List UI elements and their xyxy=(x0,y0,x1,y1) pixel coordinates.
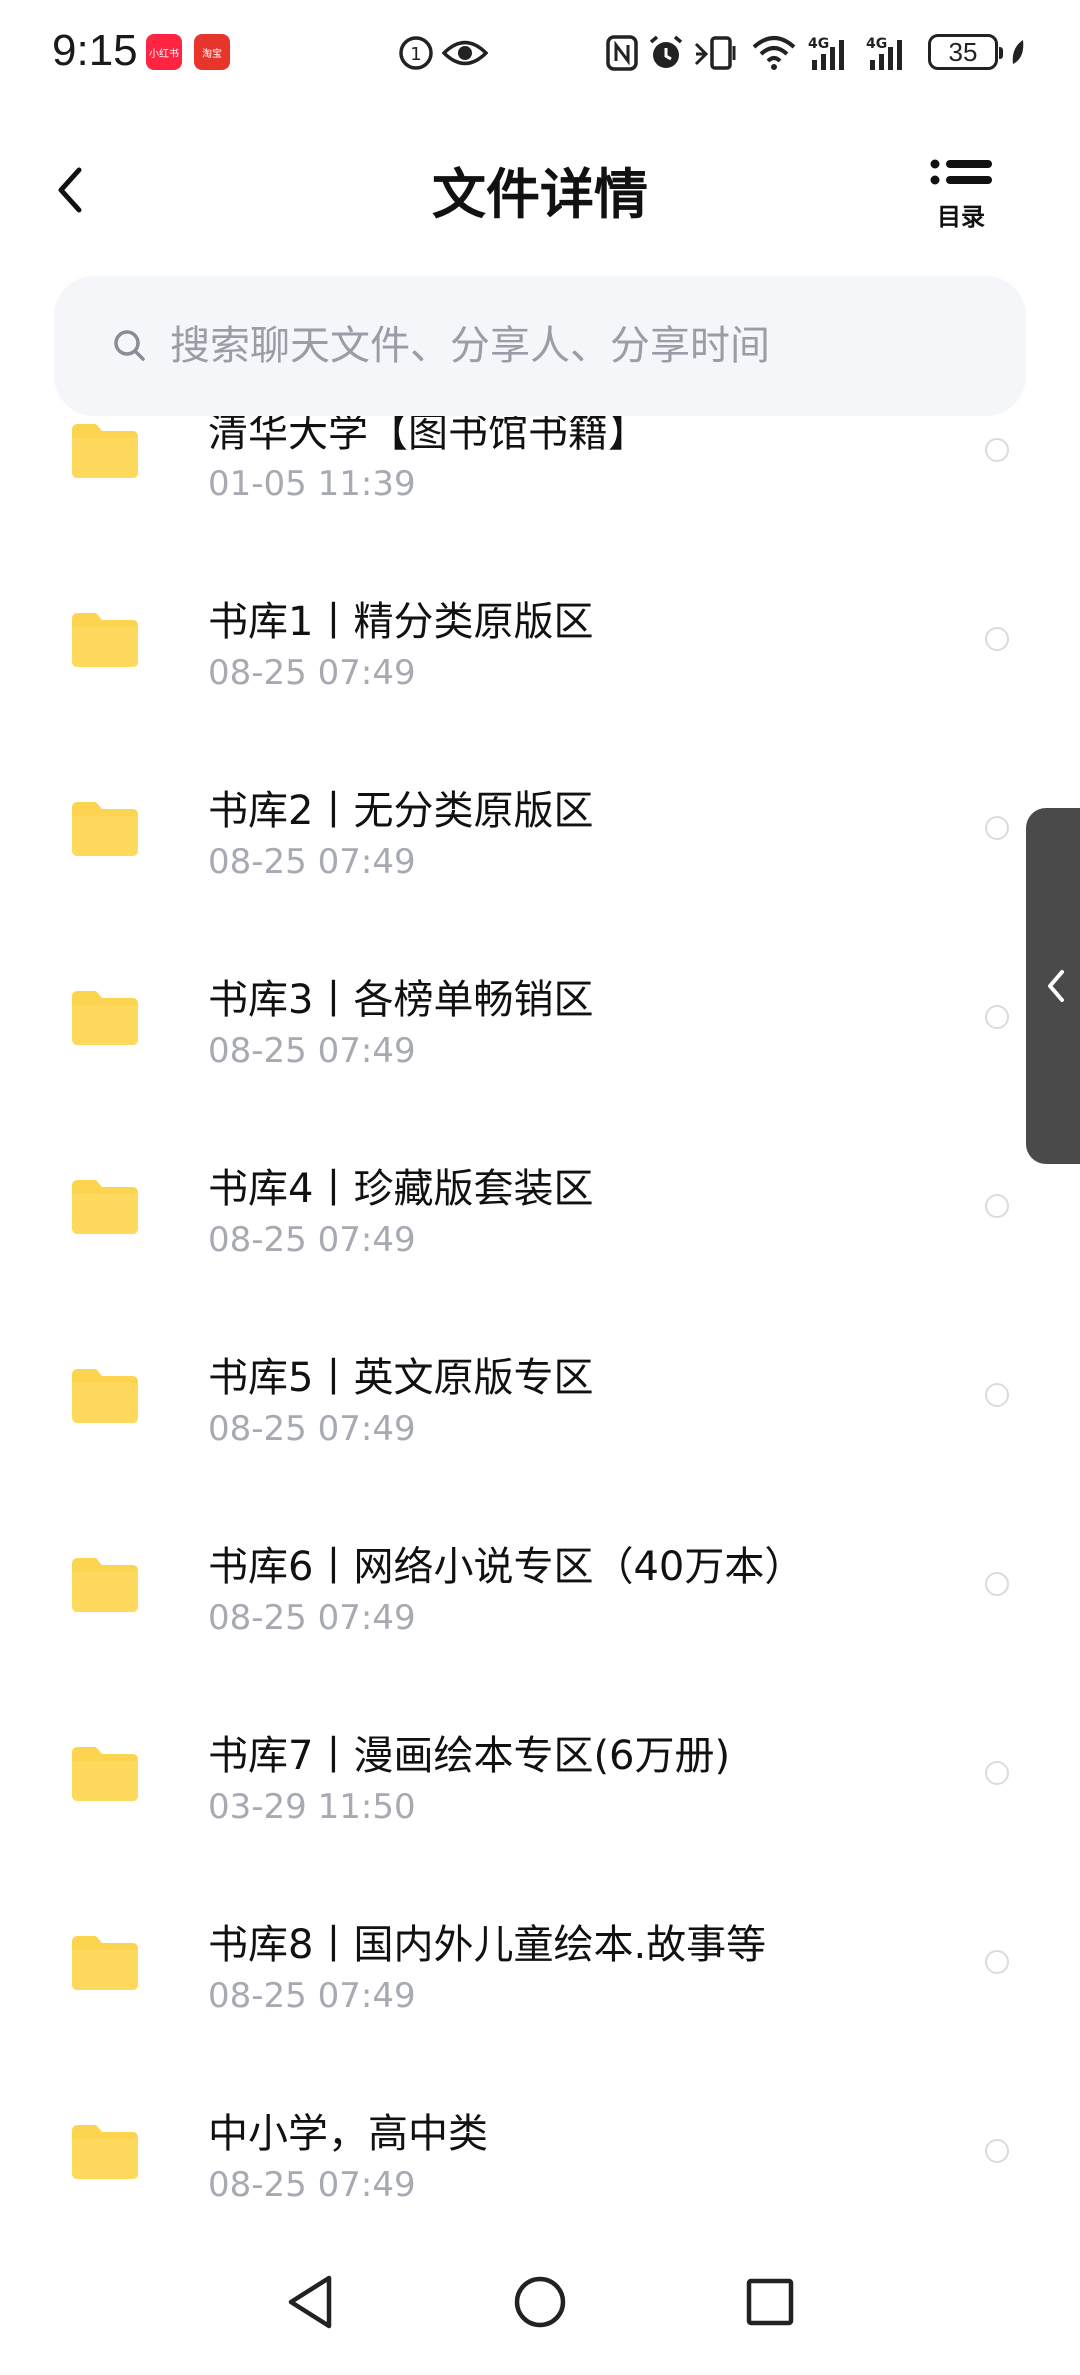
nav-recents-button[interactable] xyxy=(738,2270,802,2334)
file-list-item[interactable]: 中小学，高中类 08-25 07:49 xyxy=(0,2055,1080,2240)
file-list-item[interactable]: 书库2丨无分类原版区 08-25 07:49 xyxy=(0,732,1080,921)
select-radio[interactable] xyxy=(985,1383,1009,1407)
file-list-item[interactable]: 清华大学【图书馆书籍】 01-05 11:39 xyxy=(0,416,1080,543)
file-date: 03-29 11:50 xyxy=(208,1787,416,1827)
select-radio[interactable] xyxy=(985,1950,1009,1974)
xiaohongshu-app-icon: 小红书 xyxy=(146,34,182,70)
file-list-item[interactable]: 书库8丨国内外儿童绘本.故事等 08-25 07:49 xyxy=(0,1866,1080,2055)
battery-level: 35 xyxy=(948,36,978,67)
select-radio[interactable] xyxy=(985,1194,1009,1218)
svg-text:4G: 4G xyxy=(808,36,829,52)
eye-icon xyxy=(440,30,490,76)
circle-home-icon xyxy=(514,2276,566,2328)
file-name: 书库8丨国内外儿童绘本.故事等 xyxy=(208,1922,767,1968)
folder-icon xyxy=(72,1936,138,1990)
file-name: 书库2丨无分类原版区 xyxy=(208,788,594,834)
file-list-item[interactable]: 书库7丨漫画绘本专区(6万册) 03-29 11:50 xyxy=(0,1677,1080,1866)
side-panel-handle[interactable] xyxy=(1026,808,1080,1164)
file-date: 08-25 07:49 xyxy=(208,1409,416,1449)
battery-icon: 35 xyxy=(928,34,1003,70)
search-bar[interactable] xyxy=(54,276,1026,416)
file-date: 08-25 07:49 xyxy=(208,1031,416,1071)
file-name: 书库5丨英文原版专区 xyxy=(208,1355,594,1401)
search-input[interactable] xyxy=(168,322,1026,370)
folder-icon xyxy=(72,802,138,856)
file-name: 清华大学【图书馆书籍】 xyxy=(208,416,648,456)
file-list-item[interactable]: 书库3丨各榜单畅销区 08-25 07:49 xyxy=(0,921,1080,1110)
wifi-icon xyxy=(752,30,796,76)
nfc-icon xyxy=(604,30,640,76)
file-date: 08-25 07:49 xyxy=(208,1976,416,2016)
file-list-item[interactable]: 书库5丨英文原版专区 08-25 07:49 xyxy=(0,1299,1080,1488)
table-of-contents-button[interactable]: 目录 xyxy=(926,156,996,232)
4g-signal-icon: 4G xyxy=(808,30,858,76)
folder-icon xyxy=(72,991,138,1045)
file-date: 01-05 11:39 xyxy=(208,464,416,504)
folder-icon xyxy=(72,1180,138,1234)
folder-icon xyxy=(72,1747,138,1801)
file-name: 书库1丨精分类原版区 xyxy=(208,599,594,645)
file-name: 书库7丨漫画绘本专区(6万册) xyxy=(208,1733,731,1779)
select-radio[interactable] xyxy=(985,438,1009,462)
file-list-content: 清华大学【图书馆书籍】 01-05 11:39 书库1丨精分类原版区 08-25 07… xyxy=(0,416,1080,2240)
file-name: 书库3丨各榜单畅销区 xyxy=(208,977,594,1023)
file-list[interactable]: 清华大学【图书馆书籍】 01-05 11:39 书库1丨精分类原版区 08-25 07… xyxy=(0,416,1080,2240)
nav-home-button[interactable] xyxy=(508,2270,572,2334)
select-radio[interactable] xyxy=(985,1005,1009,1029)
folder-icon xyxy=(72,613,138,667)
file-name: 中小学，高中类 xyxy=(208,2111,488,2157)
list-icon xyxy=(930,159,992,185)
4g-signal-icon: 4G xyxy=(866,30,916,76)
table-of-contents-label: 目录 xyxy=(937,203,985,231)
select-radio[interactable] xyxy=(985,627,1009,651)
system-nav-bar xyxy=(0,2240,1080,2375)
page-title: 文件详情 xyxy=(432,163,648,226)
square-recents-icon xyxy=(746,2278,794,2326)
select-radio[interactable] xyxy=(985,816,1009,840)
svg-text:4G: 4G xyxy=(866,36,887,52)
file-date: 08-25 07:49 xyxy=(208,1598,416,1638)
file-date: 08-25 07:49 xyxy=(208,842,416,882)
xiaohongshu-app-label: 小红书 xyxy=(149,48,179,60)
folder-icon xyxy=(72,1369,138,1423)
food-app-icon: 淘宝 xyxy=(194,34,230,70)
status-bar: 9:15 小红书 淘宝 1 4G 4G 35 xyxy=(0,0,1080,110)
file-date: 08-25 07:49 xyxy=(208,1220,416,1260)
file-name: 书库6丨网络小说专区（40万本） xyxy=(208,1544,805,1590)
select-radio[interactable] xyxy=(985,2139,1009,2163)
page-header: 文件详情 目录 xyxy=(0,110,1080,270)
folder-icon xyxy=(72,1558,138,1612)
svg-text:1: 1 xyxy=(410,44,421,65)
vibrate-icon xyxy=(692,30,738,76)
data-saver-icon: 1 xyxy=(396,30,436,76)
select-radio[interactable] xyxy=(985,1572,1009,1596)
file-name: 书库4丨珍藏版套装区 xyxy=(208,1166,594,1212)
food-app-label: 淘宝 xyxy=(202,48,222,60)
file-list-item[interactable]: 书库4丨珍藏版套装区 08-25 07:49 xyxy=(0,1110,1080,1299)
leaf-icon xyxy=(1008,30,1028,76)
file-list-item[interactable]: 书库6丨网络小说专区（40万本） 08-25 07:49 xyxy=(0,1488,1080,1677)
alarm-icon xyxy=(646,30,686,76)
triangle-back-icon xyxy=(288,2275,332,2329)
file-list-item[interactable]: 书库1丨精分类原版区 08-25 07:49 xyxy=(0,543,1080,732)
folder-icon xyxy=(72,424,138,478)
chevron-left-icon xyxy=(1048,970,1064,1002)
select-radio[interactable] xyxy=(985,1761,1009,1785)
status-time: 9:15 xyxy=(52,26,138,75)
search-icon xyxy=(110,326,150,366)
nav-back-button[interactable] xyxy=(278,2270,342,2334)
file-date: 08-25 07:49 xyxy=(208,2165,416,2205)
folder-icon xyxy=(72,2125,138,2179)
file-date: 08-25 07:49 xyxy=(208,653,416,693)
